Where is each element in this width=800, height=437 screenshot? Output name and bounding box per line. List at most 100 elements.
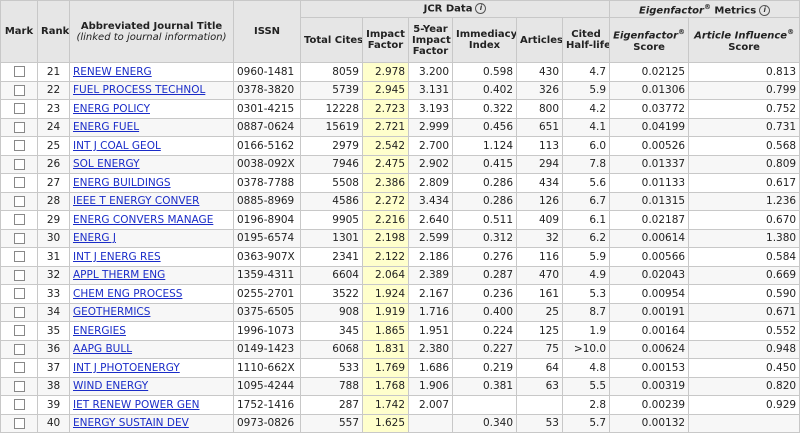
- journal-title-link[interactable]: ENERG BUILDINGS: [73, 177, 171, 189]
- eigenfactor-score-cell: 0.00153: [609, 358, 690, 378]
- mark-checkbox[interactable]: [13, 84, 25, 96]
- journal-title-link[interactable]: CHEM ENG PROCESS: [73, 288, 182, 300]
- rank-cell: 26: [37, 154, 70, 174]
- journal-title-link[interactable]: SOL ENERGY: [73, 158, 140, 170]
- impact-factor-cell: 2.122: [362, 247, 409, 267]
- immediacy-index-cell: 0.276: [452, 247, 517, 267]
- immediacy-index-cell: [452, 395, 517, 415]
- journal-title-cell: WIND ENERGY: [69, 376, 234, 396]
- mark-checkbox[interactable]: [13, 251, 25, 263]
- table-row: 40 ENERGY SUSTAIN DEV 0973-0826 557 1.625 0.3…: [0, 413, 800, 433]
- journal-title-link[interactable]: APPL THERM ENG: [73, 269, 165, 281]
- mark-checkbox[interactable]: [13, 380, 25, 392]
- article-influence-cell: 0.820: [688, 376, 800, 396]
- articles-cell: 651: [516, 117, 563, 137]
- mark-checkbox[interactable]: [13, 325, 25, 337]
- journal-title-cell: IEEE T ENERGY CONVER: [69, 191, 234, 211]
- article-influence-cell: 0.568: [688, 136, 800, 156]
- rank-cell: 28: [37, 191, 70, 211]
- mark-checkbox[interactable]: [13, 417, 25, 429]
- journal-title-link[interactable]: GEOTHERMICS: [73, 306, 150, 318]
- eigenfactor-score-cell: 0.01133: [609, 173, 690, 193]
- journal-title-cell: APPL THERM ENG: [69, 265, 234, 285]
- articles-cell: 75: [516, 339, 563, 359]
- journal-title-link[interactable]: RENEW ENERG: [73, 66, 152, 78]
- table-row: 26 SOL ENERGY 0038-092X 7946 2.475 2.902 0.415…: [0, 154, 800, 174]
- issn-cell: 1752-1416: [233, 395, 301, 415]
- mark-checkbox[interactable]: [13, 306, 25, 318]
- articles-cell: 470: [516, 265, 563, 285]
- mark-checkbox[interactable]: [13, 214, 25, 226]
- mark-checkbox[interactable]: [13, 343, 25, 355]
- journal-title-link[interactable]: AAPG BULL: [73, 343, 132, 355]
- journal-title-link[interactable]: ENERG J: [73, 232, 116, 244]
- five-year-header-line2: Impact: [412, 34, 451, 46]
- mark-checkbox[interactable]: [13, 66, 25, 78]
- journal-title-link[interactable]: IEEE T ENERGY CONVER: [73, 195, 199, 207]
- journal-title-link[interactable]: ENERG POLICY: [73, 103, 150, 115]
- table-row: 36 AAPG BULL 0149-1423 6068 1.831 2.380 0.227 7…: [0, 339, 800, 359]
- immediacy-index-cell: 0.456: [452, 117, 517, 137]
- mark-cell: [0, 284, 38, 304]
- info-icon[interactable]: i: [475, 3, 487, 15]
- table-row: 38 WIND ENERGY 1095-4244 788 1.768 1.906 0.381…: [0, 376, 800, 396]
- rank-cell: 27: [37, 173, 70, 193]
- journal-title-link[interactable]: ENERGIES: [73, 325, 126, 337]
- five-year-impact-cell: 1.716: [408, 302, 453, 322]
- mark-checkbox[interactable]: [13, 103, 25, 115]
- mark-cell: [0, 210, 38, 230]
- rank-cell: 21: [37, 62, 70, 82]
- journal-title-link[interactable]: ENERG CONVERS MANAGE: [73, 214, 213, 226]
- impact-factor-cell: 2.723: [362, 99, 409, 119]
- mark-checkbox[interactable]: [13, 177, 25, 189]
- five-year-impact-cell: 1.906: [408, 376, 453, 396]
- mark-checkbox[interactable]: [13, 158, 25, 170]
- impact-factor-cell: 2.542: [362, 136, 409, 156]
- cited-half-life-cell: 6.2: [561, 228, 611, 248]
- article-influence-cell: 0.584: [688, 247, 800, 267]
- total-cites-cell: 533: [300, 358, 363, 378]
- journal-title-cell: AAPG BULL: [69, 339, 234, 359]
- mark-cell: [0, 339, 38, 359]
- mark-checkbox[interactable]: [13, 195, 25, 207]
- mark-checkbox[interactable]: [13, 399, 25, 411]
- mark-checkbox[interactable]: [13, 140, 25, 152]
- registered-mark: ®: [787, 28, 795, 37]
- journal-title-link[interactable]: ENERG FUEL: [73, 121, 139, 133]
- five-year-impact-cell: 2.640: [408, 210, 453, 230]
- jcr-data-group-header: JCR Data i: [299, 0, 611, 18]
- journal-title-cell: ENERGY SUSTAIN DEV: [69, 413, 234, 433]
- immediacy-index-cell: 0.227: [452, 339, 517, 359]
- impact-factor-cell: 1.768: [362, 376, 409, 396]
- cited-half-life-header: Cited Half-life: [561, 17, 611, 63]
- mark-checkbox[interactable]: [13, 269, 25, 281]
- eigenfactor-group-header: Eigenfactor® Metrics i: [609, 0, 800, 18]
- mark-checkbox[interactable]: [13, 232, 25, 244]
- mark-cell: [0, 413, 38, 433]
- table-row: 31 INT J ENERG RES 0363-907X 2341 2.122 2.186…: [0, 247, 800, 267]
- journal-title-link[interactable]: ENERGY SUSTAIN DEV: [73, 417, 189, 429]
- journal-title-link[interactable]: INT J COAL GEOL: [73, 140, 161, 152]
- article-influence-cell: 0.669: [688, 265, 800, 285]
- total-cites-cell: 2341: [300, 247, 363, 267]
- journal-title-link[interactable]: FUEL PROCESS TECHNOL: [73, 84, 205, 96]
- info-icon[interactable]: i: [759, 4, 771, 16]
- total-cites-cell: 345: [300, 321, 363, 341]
- journal-title-link[interactable]: INT J ENERG RES: [73, 251, 161, 263]
- article-influence-cell: 0.929: [688, 395, 800, 415]
- immediacy-index-cell: 0.381: [452, 376, 517, 396]
- issn-header: ISSN: [233, 0, 301, 63]
- journal-title-link[interactable]: IET RENEW POWER GEN: [73, 399, 200, 411]
- five-year-impact-cell: 2.186: [408, 247, 453, 267]
- five-year-impact-cell: 2.389: [408, 265, 453, 285]
- eigenfactor-score-cell: 0.02187: [609, 210, 690, 230]
- issn-cell: 0885-8969: [233, 191, 301, 211]
- mark-checkbox[interactable]: [13, 121, 25, 133]
- eigenfactor-score-cell: 0.00132: [609, 413, 690, 433]
- mark-checkbox[interactable]: [13, 362, 25, 374]
- mark-header: Mark: [0, 0, 38, 63]
- journal-title-link[interactable]: INT J PHOTOENERGY: [73, 362, 180, 374]
- cited-half-life-cell: 5.5: [561, 376, 611, 396]
- journal-title-link[interactable]: WIND ENERGY: [73, 380, 148, 392]
- mark-checkbox[interactable]: [13, 288, 25, 300]
